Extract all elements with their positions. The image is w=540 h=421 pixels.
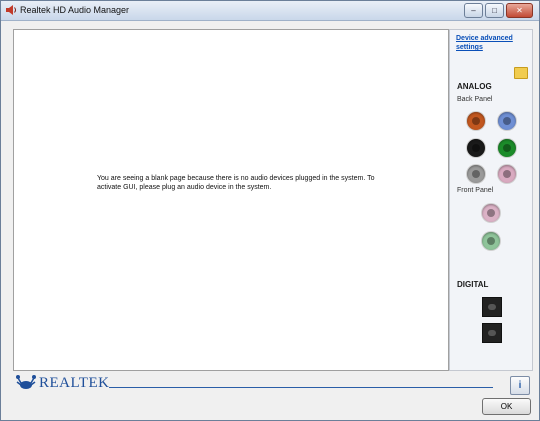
back-panel-label: Back Panel <box>457 96 493 103</box>
digital-heading: DIGITAL <box>457 280 489 289</box>
minimize-button[interactable]: – <box>464 3 483 18</box>
analog-heading: ANALOG <box>457 82 492 91</box>
info-icon: i <box>518 380 522 391</box>
title-bar: Realtek HD Audio Manager – □ ✕ <box>1 1 539 21</box>
close-button[interactable]: ✕ <box>506 3 533 18</box>
front-panel-label: Front Panel <box>457 187 494 194</box>
digital-port-1[interactable] <box>482 297 502 317</box>
front-jack-pink[interactable] <box>482 204 500 222</box>
info-button[interactable]: i <box>510 376 530 395</box>
maximize-button[interactable]: □ <box>485 3 504 18</box>
device-sidebar: Device advanced settings ANALOG Back Pan… <box>449 29 533 371</box>
window-controls: – □ ✕ <box>464 3 533 18</box>
back-jack-orange[interactable] <box>467 112 485 130</box>
app-window: Realtek HD Audio Manager – □ ✕ You are s… <box>0 0 540 421</box>
speaker-icon <box>6 5 16 15</box>
folder-icon[interactable] <box>514 67 528 79</box>
back-jack-pink[interactable] <box>498 165 516 183</box>
footer-divider <box>109 387 493 388</box>
brand-text: REALTEK <box>39 374 110 391</box>
front-jack-green[interactable] <box>482 232 500 250</box>
main-panel: You are seeing a blank page because ther… <box>13 29 449 371</box>
back-jack-gray[interactable] <box>467 165 485 183</box>
back-jack-green[interactable] <box>498 139 516 157</box>
window-title: Realtek HD Audio Manager <box>20 5 130 15</box>
realtek-logo: REALTEK <box>15 374 109 392</box>
digital-port-2[interactable] <box>482 323 502 343</box>
ok-button[interactable]: OK <box>482 398 531 415</box>
crab-logo-icon <box>16 375 36 389</box>
no-device-message: You are seeing a blank page because ther… <box>97 175 375 191</box>
back-jack-black[interactable] <box>467 139 485 157</box>
device-advanced-settings-link[interactable]: Device advanced settings <box>456 34 526 52</box>
back-jack-blue[interactable] <box>498 112 516 130</box>
